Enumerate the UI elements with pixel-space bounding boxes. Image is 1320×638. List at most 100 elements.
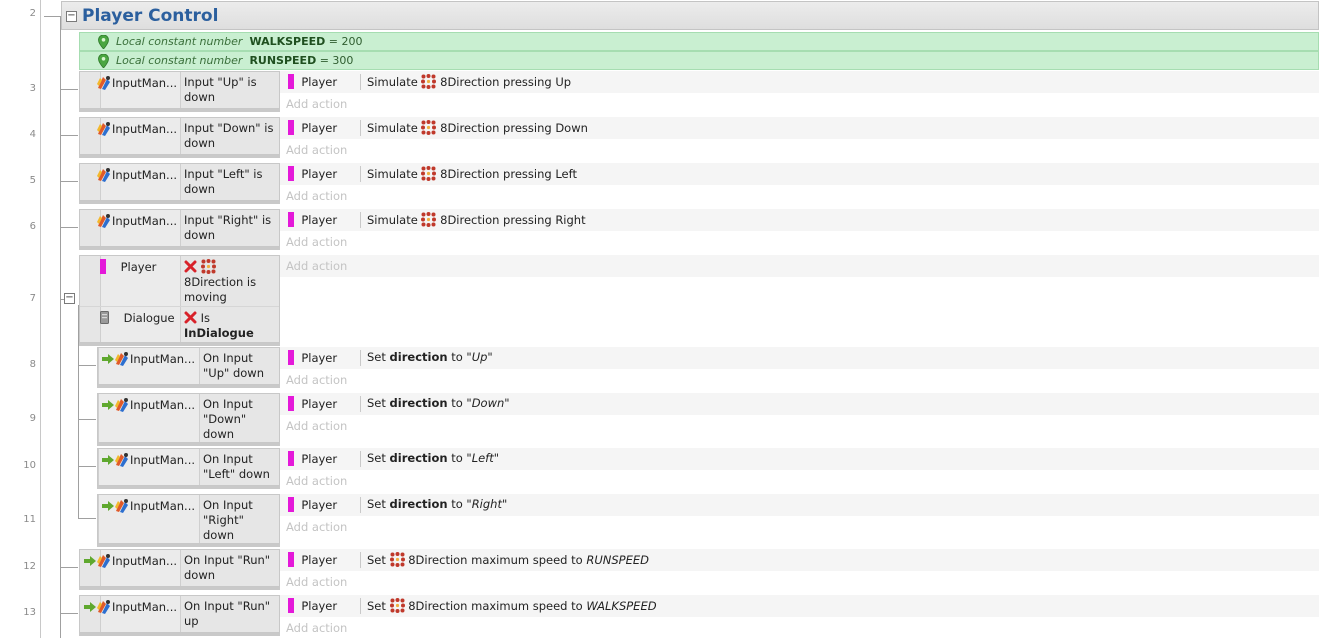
action-text[interactable]: Simulate 8Direction pressing Right <box>367 212 586 227</box>
group-title: Player Control <box>82 6 219 26</box>
collapse-icon[interactable]: − <box>64 293 75 304</box>
event-condition-block[interactable]: InputMan... Input "Right" is down <box>79 209 280 247</box>
add-action-link[interactable]: Add action <box>286 373 347 387</box>
8direction-icon <box>389 552 405 567</box>
action-object[interactable]: Player <box>288 497 337 512</box>
action-text[interactable]: Set 8Direction maximum speed to RUNSPEED <box>367 552 649 567</box>
condition-object[interactable]: InputMan... <box>84 599 177 614</box>
tree-line <box>78 365 96 366</box>
action-text[interactable]: Set direction to "Right" <box>367 497 507 511</box>
sub-event-condition-block[interactable]: InputMan... On Input "Left" down <box>97 448 280 486</box>
condition-text[interactable]: Input "Left" is down <box>184 167 279 197</box>
player-color-swatch <box>288 497 294 512</box>
action-text[interactable]: Set direction to "Down" <box>367 396 510 410</box>
constant-kind: Local constant number <box>116 35 243 48</box>
condition-object[interactable]: InputMan... <box>96 75 177 90</box>
condition-object[interactable]: InputMan... <box>96 167 177 182</box>
local-constant-row[interactable]: Local constant number RUNSPEED = 300 <box>79 51 1319 70</box>
condition-text[interactable]: On Input "Down" down <box>203 397 263 442</box>
event-condition-block[interactable]: InputMan... On Input "Run" down <box>79 549 280 587</box>
event-condition-block[interactable]: InputMan... Input "Left" is down <box>79 163 280 201</box>
add-action-link[interactable]: Add action <box>286 235 347 249</box>
action-text[interactable]: Set 8Direction maximum speed to WALKSPEE… <box>367 598 657 613</box>
add-action-link[interactable]: Add action <box>286 621 347 635</box>
sub-event-condition-block[interactable]: InputMan... On Input "Right" down <box>97 494 280 544</box>
action-row[interactable]: Player Set direction to "Down" <box>280 393 1319 415</box>
condition-text[interactable]: 8Direction is moving <box>184 259 279 305</box>
action-object[interactable]: Player <box>288 212 337 227</box>
add-action-link[interactable]: Add action <box>286 575 347 589</box>
player-color-swatch <box>288 74 294 89</box>
condition-text[interactable]: On Input "Right" down <box>203 498 263 543</box>
condition-object[interactable]: InputMan... <box>102 397 195 412</box>
action-row[interactable]: Player Simulate 8Direction pressing Righ… <box>280 209 1319 231</box>
add-action-link[interactable]: Add action <box>286 97 347 111</box>
action-row[interactable]: Player Simulate 8Direction pressing Up <box>280 71 1319 93</box>
action-text[interactable]: Simulate 8Direction pressing Left <box>367 166 577 181</box>
player-color-swatch <box>288 598 294 613</box>
event-condition-block[interactable]: InputMan... Input "Down" is down <box>79 117 280 155</box>
condition-object[interactable]: Dialogue <box>100 311 175 325</box>
event-condition-block[interactable]: InputMan... On Input "Run" up <box>79 595 280 633</box>
action-object[interactable]: Player <box>288 120 337 135</box>
event-condition-block[interactable]: Player 8Direction is moving Dialogue Is … <box>79 255 280 343</box>
add-action-link[interactable]: Add action <box>286 419 347 433</box>
condition-object[interactable]: InputMan... <box>102 452 195 467</box>
action-object[interactable]: Player <box>288 166 337 181</box>
condition-text[interactable]: Input "Down" is down <box>184 121 279 151</box>
add-action-link[interactable]: Add action <box>286 520 347 534</box>
collapse-icon[interactable]: − <box>66 11 77 22</box>
condition-object[interactable]: InputMan... <box>102 498 195 513</box>
add-action-link[interactable]: Add action <box>286 143 347 157</box>
tree-line <box>60 89 78 90</box>
action-text[interactable]: Set direction to "Up" <box>367 350 493 364</box>
player-color-swatch <box>288 120 294 135</box>
constant-name: WALKSPEED <box>249 35 326 48</box>
condition-object[interactable]: InputMan... <box>96 213 177 228</box>
action-object[interactable]: Player <box>288 74 337 89</box>
action-row[interactable]: Player Set direction to "Left" <box>280 448 1319 470</box>
action-object[interactable]: Player <box>288 598 337 613</box>
tree-line <box>78 466 96 467</box>
action-row[interactable]: Player Set direction to "Up" <box>280 347 1319 369</box>
add-action-link[interactable]: Add action <box>286 259 347 273</box>
condition-text[interactable]: On Input "Run" up <box>184 599 279 629</box>
add-action-link[interactable]: Add action <box>286 189 347 203</box>
local-constant-row[interactable]: Local constant number WALKSPEED = 200 <box>79 32 1319 51</box>
sub-event-condition-block[interactable]: InputMan... On Input "Down" down <box>97 393 280 443</box>
action-row[interactable]: Player Set 8Direction maximum speed to R… <box>280 549 1319 571</box>
action-row[interactable]: Player Simulate 8Direction pressing Left <box>280 163 1319 185</box>
action-object[interactable]: Player <box>288 350 337 365</box>
tree-line <box>60 567 78 568</box>
dialogue-icon <box>100 311 109 324</box>
condition-text[interactable]: On Input "Up" down <box>203 351 279 381</box>
input-manager-icon <box>97 600 110 614</box>
condition-text[interactable]: Input "Up" is down <box>184 75 279 105</box>
action-row[interactable]: Player Set 8Direction maximum speed to W… <box>280 595 1319 617</box>
8direction-icon <box>421 212 437 227</box>
condition-text[interactable]: On Input "Left" down <box>203 452 279 482</box>
8direction-icon <box>389 598 405 613</box>
action-text[interactable]: Set direction to "Left" <box>367 451 499 465</box>
action-row[interactable]: Player Set direction to "Right" <box>280 494 1319 516</box>
condition-object[interactable]: InputMan... <box>102 351 195 366</box>
condition-object[interactable]: InputMan... <box>96 121 177 136</box>
line-number: 7 <box>29 293 36 304</box>
event-condition-block[interactable]: InputMan... Input "Up" is down <box>79 71 280 109</box>
action-row[interactable]: Player Simulate 8Direction pressing Down <box>280 117 1319 139</box>
action-text[interactable]: Simulate 8Direction pressing Down <box>367 120 588 135</box>
condition-text[interactable]: Input "Right" is down <box>184 213 279 243</box>
condition-object[interactable]: Player <box>100 259 156 274</box>
action-object[interactable]: Player <box>288 396 337 411</box>
invert-x-icon <box>184 260 197 273</box>
action-object[interactable]: Player <box>288 552 337 567</box>
action-object[interactable]: Player <box>288 451 337 466</box>
constant-kind: Local constant number <box>116 54 243 67</box>
condition-object[interactable]: InputMan... <box>84 553 177 568</box>
add-action-link[interactable]: Add action <box>286 474 347 488</box>
event-group-header[interactable]: − Player Control <box>61 1 1319 30</box>
action-text[interactable]: Simulate 8Direction pressing Up <box>367 74 571 89</box>
condition-text[interactable]: On Input "Run" down <box>184 553 279 583</box>
sub-event-condition-block[interactable]: InputMan... On Input "Up" down <box>97 347 280 385</box>
condition-text[interactable]: Is InDialogue <box>184 311 279 341</box>
